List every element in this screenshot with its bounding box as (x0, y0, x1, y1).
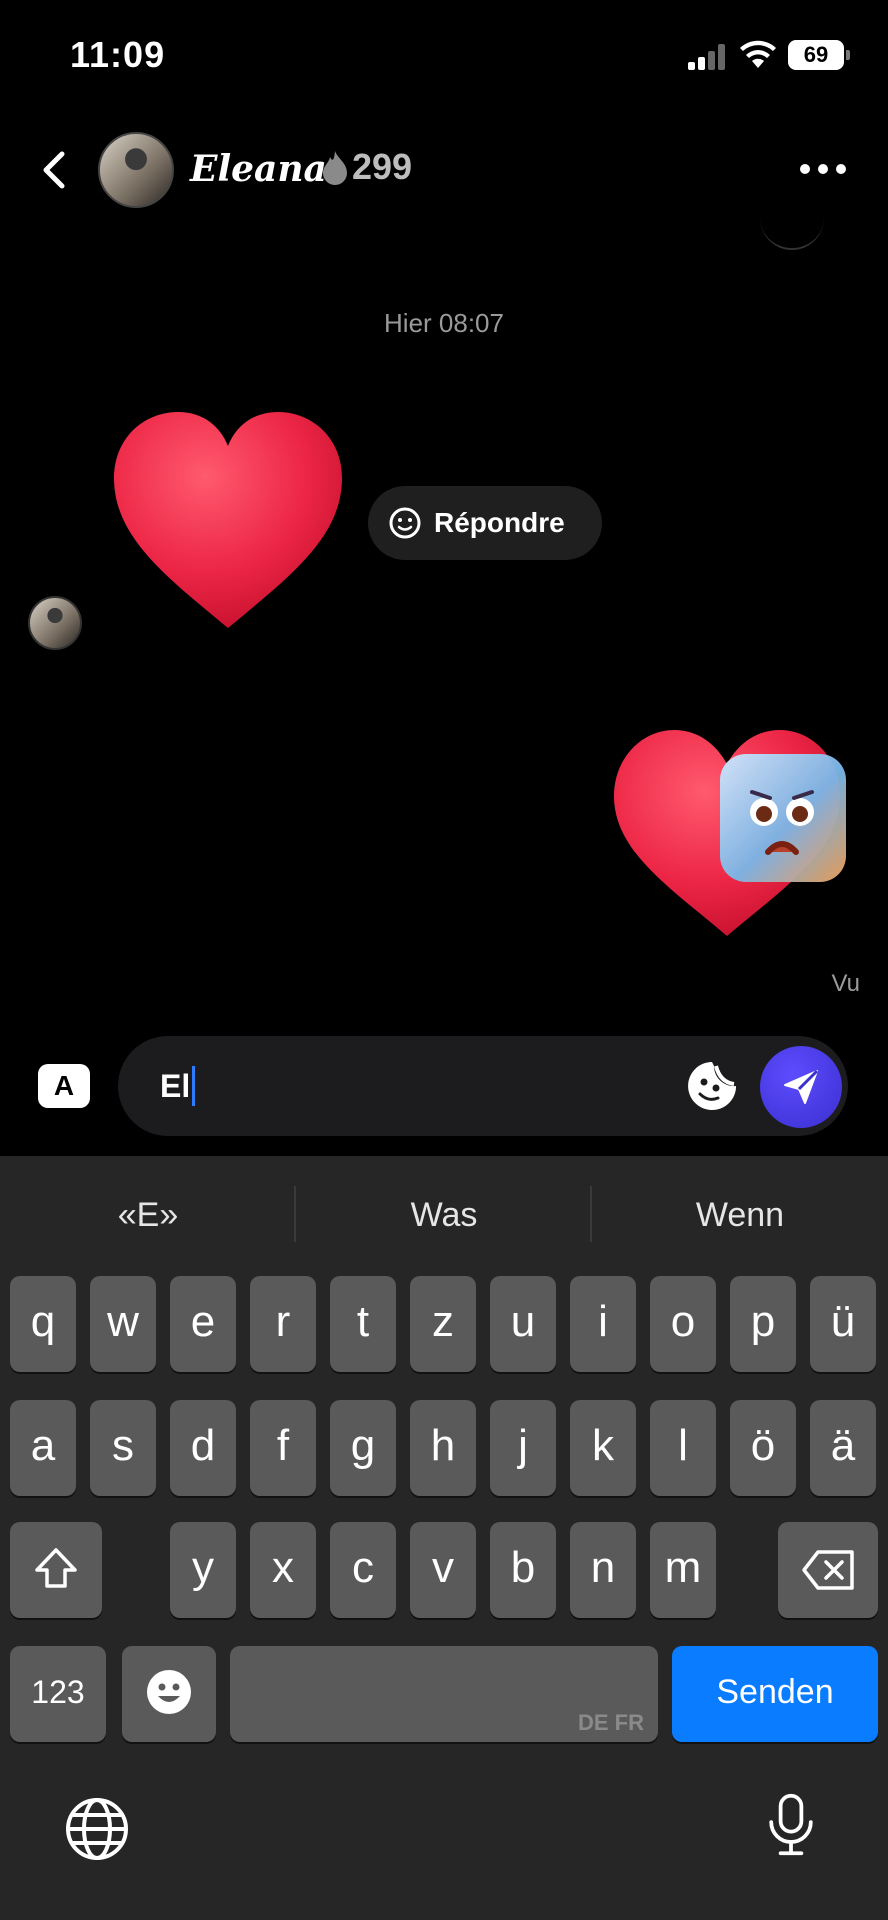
text-caret (192, 1066, 196, 1106)
seen-status: Vu (831, 970, 860, 997)
sticker-icon[interactable] (684, 1058, 740, 1114)
key-k[interactable]: k (570, 1400, 636, 1496)
key-n[interactable]: n (570, 1522, 636, 1618)
key-e[interactable]: e (170, 1276, 236, 1372)
smiley-icon (389, 507, 421, 539)
key-b[interactable]: b (490, 1522, 556, 1618)
key-r[interactable]: r (250, 1276, 316, 1372)
streak-badge: 299 (320, 146, 412, 188)
microphone-icon[interactable] (758, 1792, 824, 1858)
frozen-face-sticker-icon (720, 754, 846, 882)
space-language-label: DE FR (578, 1710, 644, 1735)
key-ü[interactable]: ü (810, 1276, 876, 1372)
key-ä[interactable]: ä (810, 1400, 876, 1496)
shift-key[interactable] (10, 1522, 102, 1618)
send-button[interactable] (760, 1046, 842, 1128)
flame-icon (323, 151, 347, 185)
key-h[interactable]: h (410, 1400, 476, 1496)
key-y[interactable]: y (170, 1522, 236, 1618)
chat-header: Eleana 299 (0, 120, 888, 220)
numbers-key[interactable]: 123 (10, 1646, 106, 1742)
message-input[interactable]: El (118, 1036, 848, 1136)
emoji-icon (147, 1670, 191, 1714)
key-d[interactable]: d (170, 1400, 236, 1496)
delete-icon (802, 1550, 854, 1590)
suggestion-2[interactable]: Was (296, 1156, 592, 1274)
send-arrow-icon (784, 1069, 819, 1104)
reply-label: Répondre (434, 507, 565, 538)
key-p[interactable]: p (730, 1276, 796, 1372)
shift-arrow-icon (35, 1548, 77, 1588)
globe-icon[interactable] (64, 1796, 130, 1862)
key-o[interactable]: o (650, 1276, 716, 1372)
key-j[interactable]: j (490, 1400, 556, 1496)
key-a[interactable]: a (10, 1400, 76, 1496)
key-u[interactable]: u (490, 1276, 556, 1372)
cell-signal-icon (688, 44, 728, 70)
wifi-icon (740, 40, 776, 68)
more-options-icon[interactable] (800, 164, 850, 176)
message-input-text[interactable]: El (160, 1066, 196, 1106)
previous-message-fragment (760, 210, 824, 250)
key-w[interactable]: w (90, 1276, 156, 1372)
key-f[interactable]: f (250, 1400, 316, 1496)
emoji-key[interactable] (122, 1646, 216, 1742)
sent-heart-with-sticker[interactable] (612, 724, 852, 944)
key-m[interactable]: m (650, 1522, 716, 1618)
key-g[interactable]: g (330, 1400, 396, 1496)
status-bar: 11:09 69 (0, 0, 888, 110)
backspace-key[interactable] (778, 1522, 878, 1618)
key-l[interactable]: l (650, 1400, 716, 1496)
key-ö[interactable]: ö (730, 1400, 796, 1496)
key-z[interactable]: z (410, 1276, 476, 1372)
status-time: 11:09 (70, 34, 166, 75)
received-heart-emoji[interactable] (108, 408, 348, 638)
suggestion-1[interactable]: «E» (0, 1156, 296, 1274)
key-x[interactable]: x (250, 1522, 316, 1618)
date-separator: Hier 08:07 (384, 308, 504, 338)
key-s[interactable]: s (90, 1400, 156, 1496)
key-c[interactable]: c (330, 1522, 396, 1618)
keyboard: «E» Was Wenn 123 DE FR Senden q w e r t … (0, 1156, 888, 1920)
sender-avatar (28, 596, 82, 650)
key-t[interactable]: t (330, 1276, 396, 1372)
contact-avatar[interactable] (98, 132, 174, 208)
contact-name[interactable]: Eleana (190, 148, 327, 190)
streak-count: 299 (352, 146, 413, 187)
reply-button[interactable]: Répondre (368, 486, 602, 560)
key-v[interactable]: v (410, 1522, 476, 1618)
text-format-button[interactable]: A (38, 1064, 90, 1108)
suggestion-bar: «E» Was Wenn (0, 1156, 888, 1274)
typed-text: El (160, 1067, 191, 1104)
suggestion-3[interactable]: Wenn (592, 1156, 888, 1274)
send-key[interactable]: Senden (672, 1646, 878, 1742)
key-q[interactable]: q (10, 1276, 76, 1372)
key-i[interactable]: i (570, 1276, 636, 1372)
back-chevron-icon[interactable] (30, 142, 80, 198)
battery-indicator: 69 (788, 40, 850, 70)
space-key[interactable]: DE FR (230, 1646, 658, 1742)
